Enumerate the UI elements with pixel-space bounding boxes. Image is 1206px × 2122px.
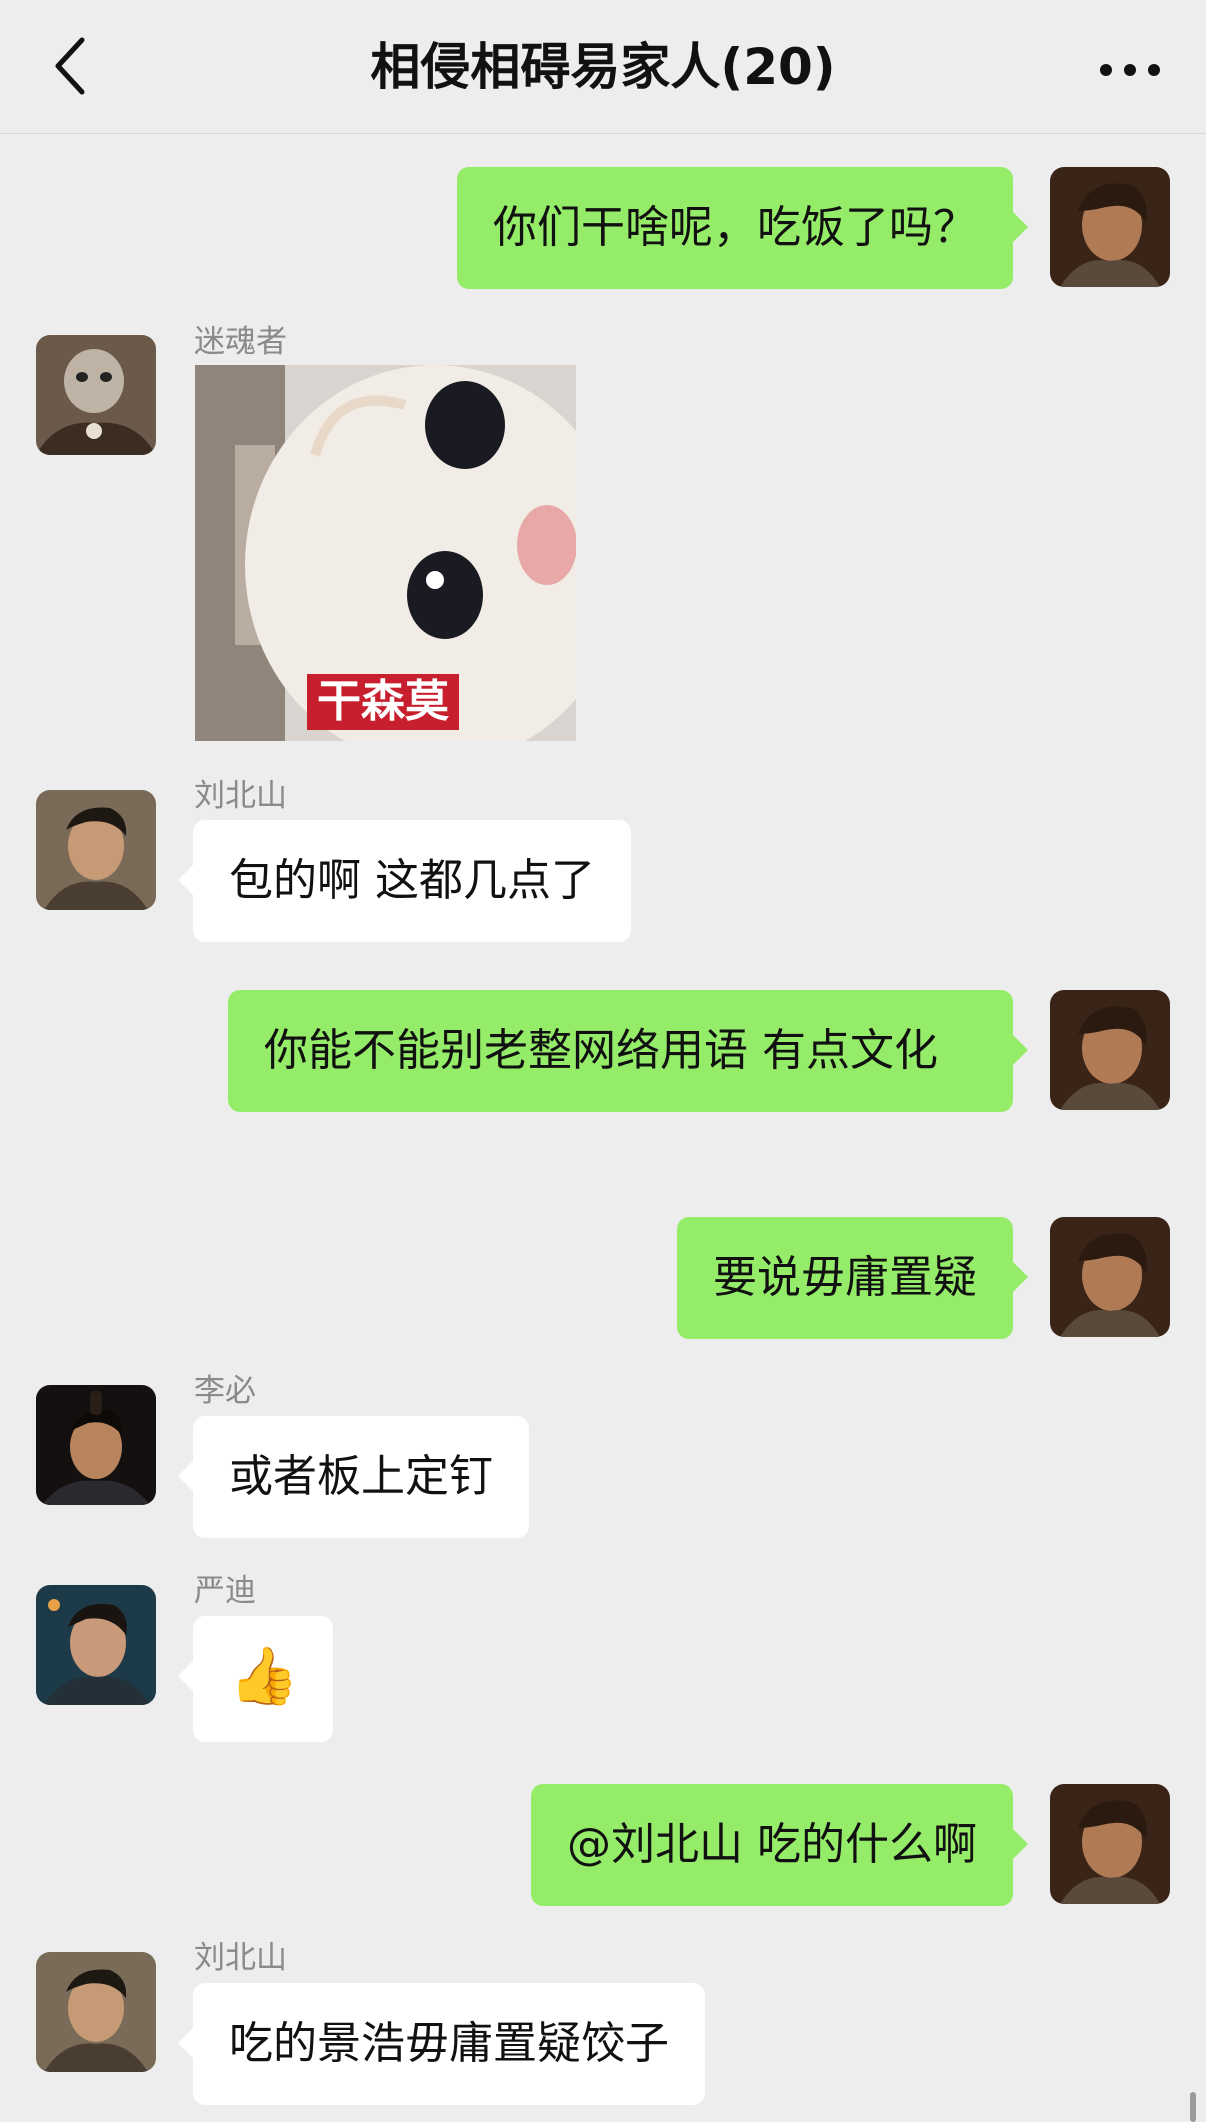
message-bubble-incoming[interactable]: 包的啊 这都几点了 — [178, 820, 631, 942]
bubble-tail — [178, 864, 194, 896]
bubble-tail — [178, 2027, 194, 2059]
message-bubble-incoming[interactable]: 吃的景浩毋庸置疑饺子 — [178, 1983, 705, 2105]
message-text: 你能不能别老整网络用语 有点文化 — [264, 1025, 938, 1076]
sender-name: 迷魂者 — [194, 324, 287, 360]
message-bubble-outgoing[interactable]: 要说毋庸置疑 — [677, 1217, 1028, 1339]
sender-name: 严迪 — [194, 1573, 256, 1609]
message-text: 吃的景浩毋庸置疑饺子 — [229, 2018, 669, 2069]
chevron-left-icon — [55, 37, 85, 95]
my-avatar[interactable] — [1050, 1784, 1170, 1904]
sender-name: 李必 — [194, 1373, 256, 1409]
back-button[interactable] — [44, 30, 104, 102]
bubble-tail — [178, 1660, 194, 1692]
message-text: 包的啊 这都几点了 — [229, 855, 595, 906]
sender-avatar[interactable] — [36, 1585, 156, 1705]
message-bubble-incoming[interactable]: 👍 — [178, 1616, 333, 1742]
bubble-tail — [1012, 1034, 1028, 1066]
message-bubble-outgoing[interactable]: 你能不能别老整网络用语 有点文化 — [228, 990, 1028, 1112]
sender-avatar[interactable] — [36, 1385, 156, 1505]
sender-name: 刘北山 — [194, 778, 287, 814]
message-text: @刘北山 吃的什么啊 — [567, 1819, 977, 1870]
more-dots-icon — [1100, 64, 1160, 76]
sender-avatar[interactable] — [36, 790, 156, 910]
more-button[interactable] — [1094, 42, 1166, 98]
my-avatar[interactable] — [1050, 990, 1170, 1110]
bubble-tail — [1012, 211, 1028, 243]
sticker-caption: 干森莫 — [307, 674, 459, 730]
chat-header: 相侵相碍易家人(20) — [0, 0, 1206, 134]
sticker-image[interactable]: 干森莫 — [195, 365, 576, 741]
thumbs-up-icon: 👍 — [229, 1644, 299, 1709]
bubble-tail — [1012, 1828, 1028, 1860]
sender-name: 刘北山 — [194, 1940, 287, 1976]
bubble-tail — [1012, 1261, 1028, 1293]
my-avatar[interactable] — [1050, 1217, 1170, 1337]
message-text: 你们干啥呢，吃饭了吗？ — [493, 202, 977, 253]
sender-avatar[interactable] — [36, 335, 156, 455]
chat-title: 相侵相碍易家人(20) — [370, 38, 836, 96]
bubble-tail — [178, 1460, 194, 1492]
message-bubble-outgoing[interactable]: @刘北山 吃的什么啊 — [531, 1784, 1028, 1906]
message-text: 要说毋庸置疑 — [713, 1252, 977, 1303]
my-avatar[interactable] — [1050, 167, 1170, 287]
message-bubble-outgoing[interactable]: 你们干啥呢，吃饭了吗？ — [457, 167, 1028, 289]
message-bubble-incoming[interactable]: 或者板上定钉 — [178, 1416, 529, 1538]
message-text: 或者板上定钉 — [229, 1451, 493, 1502]
sender-avatar[interactable] — [36, 1952, 156, 2072]
scroll-indicator[interactable] — [1190, 2092, 1196, 2122]
